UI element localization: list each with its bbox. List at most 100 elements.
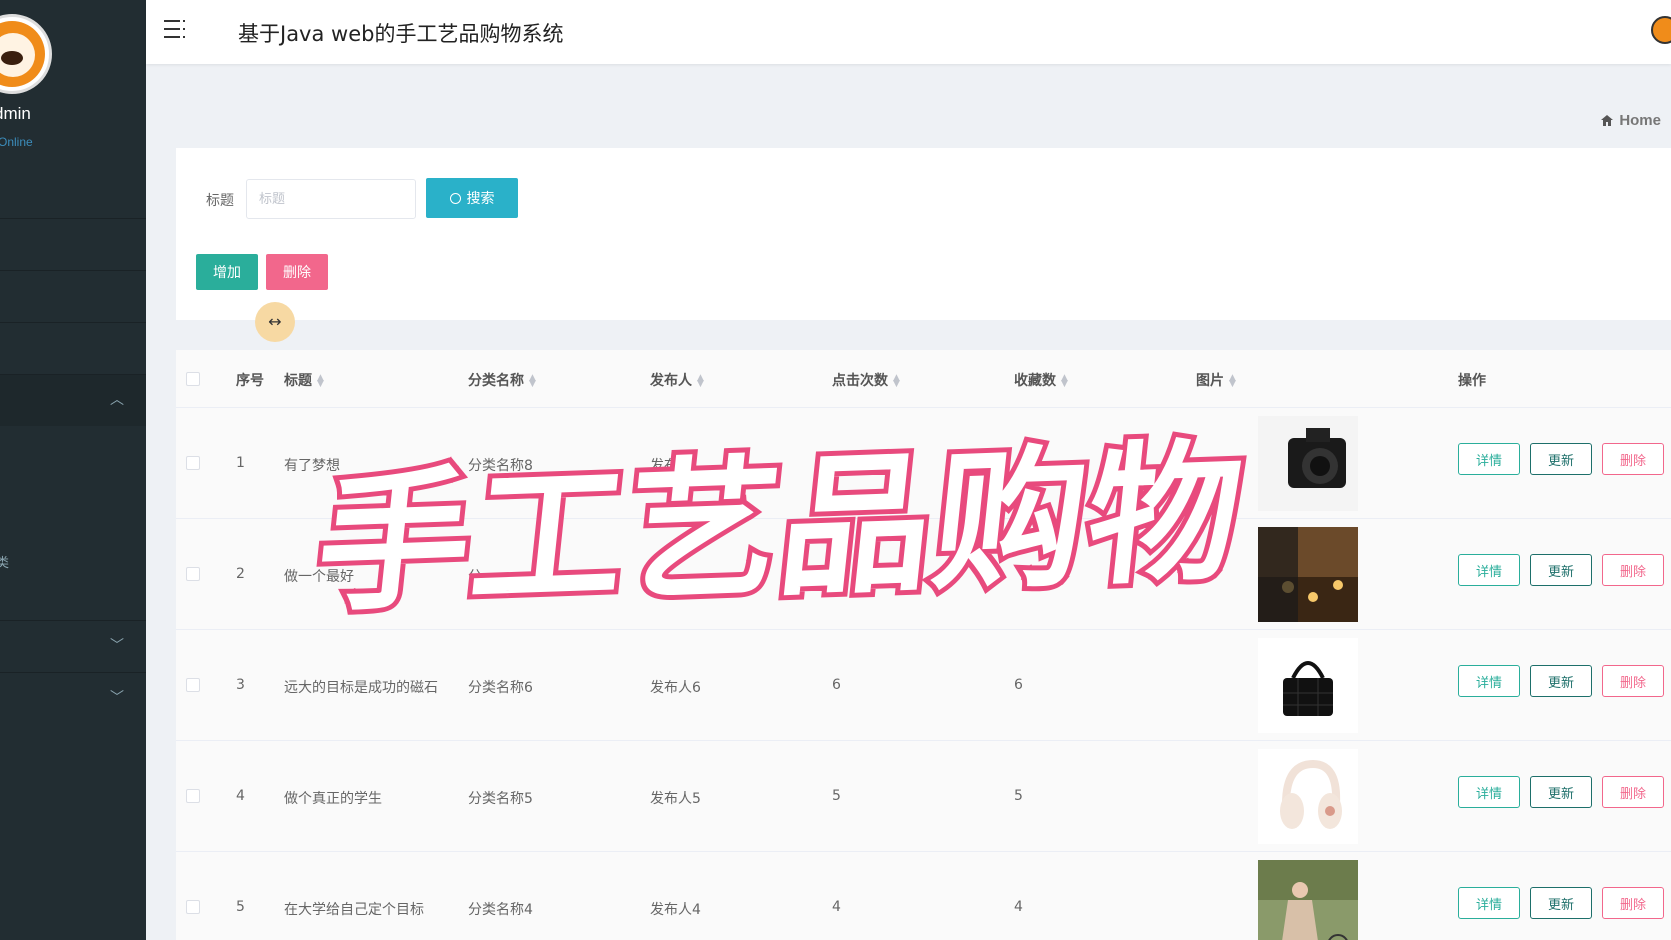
cell-index: 2 bbox=[236, 566, 245, 582]
delete-button[interactable]: 删除 bbox=[1602, 554, 1664, 586]
delete-button[interactable]: 删除 bbox=[1602, 665, 1664, 697]
update-button[interactable]: 更新 bbox=[1530, 887, 1592, 919]
sort-icon[interactable]: ▲ ▼ bbox=[1229, 374, 1236, 389]
col-favorites[interactable]: 收藏数 ▲ ▼ bbox=[1014, 370, 1068, 390]
table-row: 4 做个真正的学生 分类名称5 发布人5 5 5 详情 更新 删除 bbox=[176, 741, 1671, 852]
search-button-label: 搜索 bbox=[466, 191, 495, 207]
sidebar-item-1[interactable] bbox=[0, 218, 146, 270]
overlay-title: 手工艺品购物 bbox=[304, 419, 1257, 638]
update-button[interactable]: 更新 bbox=[1530, 665, 1592, 697]
delete-button[interactable]: 删除 bbox=[1602, 776, 1664, 808]
detail-button[interactable]: 详情 bbox=[1458, 443, 1520, 475]
top-bar: 基于Java web的手工艺品购物系统 bbox=[146, 0, 1671, 64]
search-button[interactable]: 搜索 bbox=[426, 178, 518, 218]
resize-handle-icon[interactable]: ↔ bbox=[255, 302, 295, 342]
cell-favorites: 4 bbox=[1014, 899, 1023, 915]
row-checkbox[interactable] bbox=[186, 456, 200, 470]
cell-index: 3 bbox=[236, 677, 245, 693]
cell-category: 分类名称4 bbox=[468, 902, 533, 918]
breadcrumb-home[interactable]: Home bbox=[1619, 112, 1661, 129]
update-button[interactable]: 更新 bbox=[1530, 443, 1592, 475]
table-header: 序号 标题 ▲ ▼ 分类名称 ▲ ▼ 发布人 ▲ ▼ 点击次数 ▲ ▼ 收藏数 ▲ ▼ 图片 ▲ ▼ 操… bbox=[176, 350, 1671, 408]
cell-title: 在大学给自己定个目标 bbox=[284, 902, 424, 918]
chevron-down-icon: ﹀ bbox=[110, 638, 124, 654]
product-image-lamp bbox=[1258, 527, 1358, 622]
sort-icon[interactable]: ▲ ▼ bbox=[697, 374, 704, 389]
search-icon bbox=[449, 193, 461, 204]
sidebar-item-5[interactable]: ﹀ bbox=[0, 620, 146, 672]
breadcrumb[interactable]: Home bbox=[1601, 112, 1661, 129]
col-clicks[interactable]: 点击次数 ▲ ▼ bbox=[832, 370, 900, 390]
chevron-down-icon: ﹀ bbox=[110, 690, 124, 706]
cell-publisher: 发布人4 bbox=[650, 902, 701, 918]
cell-publisher: 发布人5 bbox=[650, 791, 701, 807]
search-input[interactable] bbox=[246, 179, 416, 219]
search-panel: 标题 搜索 增加 删除 bbox=[176, 148, 1671, 320]
product-image-headphones bbox=[1258, 749, 1358, 844]
row-checkbox[interactable] bbox=[186, 678, 200, 692]
col-image[interactable]: 图片 ▲ ▼ bbox=[1196, 370, 1236, 390]
cell-category: 分类名称5 bbox=[468, 791, 533, 807]
detail-button[interactable]: 详情 bbox=[1458, 776, 1520, 808]
batch-delete-button[interactable]: 删除 bbox=[266, 254, 328, 290]
col-publisher-label: 发布人 bbox=[650, 373, 692, 389]
col-image-label: 图片 bbox=[1196, 373, 1224, 389]
row-checkbox[interactable] bbox=[186, 900, 200, 914]
table-row: 3 远大的目标是成功的磁石 分类名称6 发布人6 6 6 详情 更新 删除 bbox=[176, 630, 1671, 741]
col-publisher[interactable]: 发布人 ▲ ▼ bbox=[650, 370, 704, 390]
row-checkbox[interactable] bbox=[186, 567, 200, 581]
search-label: 标题 bbox=[206, 193, 234, 209]
sort-icon[interactable]: ▲ ▼ bbox=[1061, 374, 1068, 389]
sidebar-item-2[interactable] bbox=[0, 270, 146, 322]
user-avatar bbox=[0, 14, 52, 94]
col-actions: 操作 bbox=[1458, 373, 1486, 389]
user-status: Online bbox=[0, 135, 33, 149]
top-avatar[interactable] bbox=[1651, 16, 1671, 44]
select-all-checkbox[interactable] bbox=[186, 372, 200, 386]
sidebar-submenu-label[interactable]: 类 bbox=[0, 552, 9, 571]
delete-button[interactable]: 删除 bbox=[1602, 443, 1664, 475]
table-row: 5 在大学给自己定个目标 分类名称4 发布人4 4 4 详情 更新 删除 bbox=[176, 852, 1671, 940]
sidebar-item-3[interactable] bbox=[0, 322, 146, 374]
update-button[interactable]: 更新 bbox=[1530, 554, 1592, 586]
product-image-camera bbox=[1258, 416, 1358, 511]
sidebar-item-6[interactable]: ﹀ bbox=[0, 672, 146, 724]
cell-title: 远大的目标是成功的磁石 bbox=[284, 680, 438, 696]
col-title[interactable]: 标题 ▲ ▼ bbox=[284, 370, 324, 390]
sort-icon[interactable]: ▲ ▼ bbox=[529, 374, 536, 389]
col-clicks-label: 点击次数 bbox=[832, 373, 888, 389]
user-name: dmin bbox=[0, 104, 31, 123]
cell-publisher: 发布人6 bbox=[650, 680, 701, 696]
app-title: 基于Java web的手工艺品购物系统 bbox=[238, 22, 564, 46]
cell-category: 分类名称6 bbox=[468, 680, 533, 696]
detail-button[interactable]: 详情 bbox=[1458, 554, 1520, 586]
cell-title: 做个真正的学生 bbox=[284, 791, 382, 807]
cell-clicks: 4 bbox=[832, 899, 841, 915]
detail-button[interactable]: 详情 bbox=[1458, 887, 1520, 919]
cell-favorites: 6 bbox=[1014, 677, 1023, 693]
detail-button[interactable]: 详情 bbox=[1458, 665, 1520, 697]
chevron-up-icon: ︿ bbox=[110, 392, 124, 408]
col-index: 序号 bbox=[236, 373, 264, 389]
col-category[interactable]: 分类名称 ▲ ▼ bbox=[468, 370, 536, 390]
cell-clicks: 6 bbox=[832, 677, 841, 693]
menu-toggle-icon[interactable] bbox=[164, 20, 186, 40]
delete-button[interactable]: 删除 bbox=[1602, 887, 1664, 919]
cell-index: 4 bbox=[236, 788, 245, 804]
update-button[interactable]: 更新 bbox=[1530, 776, 1592, 808]
sidebar: dmin Online ︿ 类 ﹀ ﹀ bbox=[0, 0, 146, 940]
cell-favorites: 5 bbox=[1014, 788, 1023, 804]
home-icon bbox=[1601, 115, 1614, 126]
col-category-label: 分类名称 bbox=[468, 373, 524, 389]
product-image-handbag bbox=[1258, 638, 1358, 733]
sort-icon[interactable]: ▲ ▼ bbox=[893, 374, 900, 389]
cell-clicks: 5 bbox=[832, 788, 841, 804]
sidebar-item-4[interactable]: ︿ bbox=[0, 374, 146, 426]
cell-index: 5 bbox=[236, 899, 245, 915]
row-checkbox[interactable] bbox=[186, 789, 200, 803]
col-title-label: 标题 bbox=[284, 373, 312, 389]
cell-index: 1 bbox=[236, 455, 245, 471]
product-image-portrait bbox=[1258, 860, 1358, 940]
add-button[interactable]: 增加 bbox=[196, 254, 258, 290]
sort-icon[interactable]: ▲ ▼ bbox=[317, 374, 324, 389]
